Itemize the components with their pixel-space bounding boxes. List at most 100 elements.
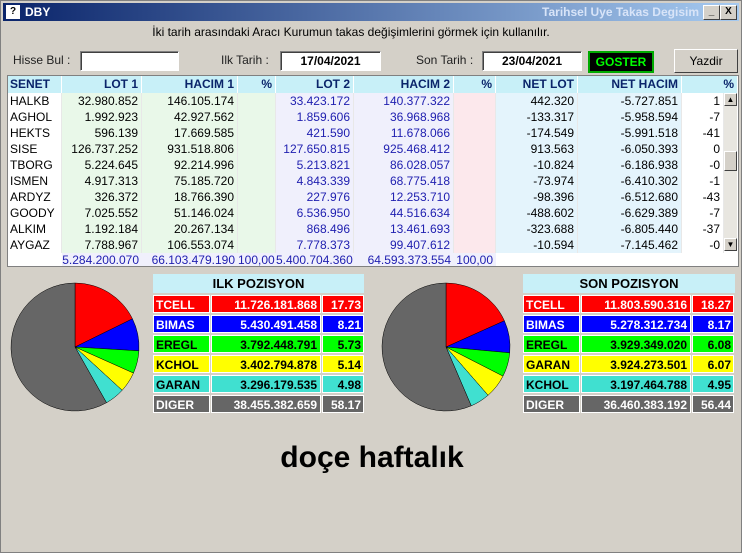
table-cell: 86.028.057 bbox=[354, 157, 454, 173]
table-cell: 7.778.373 bbox=[276, 237, 354, 253]
table-row[interactable]: AGHOL 1.992.923 42.927.562 1.859.606 36.968.… bbox=[8, 109, 728, 125]
table-cell: 913.563 bbox=[496, 141, 578, 157]
table-cell: HALKB bbox=[8, 93, 62, 109]
end-date-field[interactable]: 23/04/2021 bbox=[482, 51, 582, 71]
total-lot2: 5.400.704.360 bbox=[276, 253, 354, 267]
stock-value: 11.803.590.316 bbox=[581, 295, 691, 313]
table-row[interactable]: HEKTS 596.139 17.669.585 421.590 11.678.066 -… bbox=[8, 125, 728, 141]
table-cell: -10.824 bbox=[496, 157, 578, 173]
table-cell: 51.146.024 bbox=[142, 205, 238, 221]
col-header-net-lot[interactable]: NET LOT bbox=[496, 76, 578, 93]
son_pozisyon-row: GARAN 3.924.273.501 6.07 bbox=[523, 355, 735, 373]
usage-hint: İki tarih arasındaki Aracı Kurumun takas… bbox=[152, 25, 550, 39]
print-button[interactable]: Yazdir bbox=[674, 49, 738, 73]
table-cell: -7 bbox=[682, 109, 724, 125]
search-input[interactable] bbox=[80, 51, 179, 71]
table-cell: 42.927.562 bbox=[142, 109, 238, 125]
table-row[interactable]: ARDYZ 326.372 18.766.390 227.976 12.253.710 -… bbox=[8, 189, 728, 205]
col-header-pct2[interactable]: % bbox=[454, 76, 496, 93]
table-cell: 12.253.710 bbox=[354, 189, 454, 205]
table-row[interactable]: GOODY 7.025.552 51.146.024 6.536.950 44.516.… bbox=[8, 205, 728, 221]
scroll-thumb[interactable] bbox=[724, 151, 737, 171]
table-cell: 925.468.412 bbox=[354, 141, 454, 157]
start-date-field[interactable]: 17/04/2021 bbox=[280, 51, 381, 71]
col-header-net-hacim[interactable]: NET HACIM bbox=[578, 76, 682, 93]
col-header-pct1[interactable]: % bbox=[238, 76, 276, 93]
stock-name: EREGL bbox=[153, 335, 210, 353]
table-cell: 4.917.313 bbox=[62, 173, 142, 189]
table-cell bbox=[454, 205, 496, 221]
table-cell: -6.512.680 bbox=[578, 189, 682, 205]
table-row[interactable]: ALKIM 1.192.184 20.267.134 868.496 13.461.69… bbox=[8, 221, 728, 237]
stock-name: BIMAS bbox=[153, 315, 210, 333]
table-row[interactable]: AYGAZ 7.788.967 106.553.074 7.778.373 99.407… bbox=[8, 237, 728, 253]
table-cell bbox=[238, 141, 276, 157]
table-cell: 126.737.252 bbox=[62, 141, 142, 157]
stock-name: TCELL bbox=[523, 295, 580, 313]
total-hacim2: 64.593.373.554 bbox=[354, 253, 454, 266]
stock-value: 3.929.349.020 bbox=[581, 335, 691, 353]
scroll-up-icon[interactable]: ▲ bbox=[724, 93, 737, 106]
close-button[interactable]: X bbox=[720, 5, 737, 20]
col-header-lot1[interactable]: LOT 1 bbox=[62, 76, 142, 93]
table-cell: SISE bbox=[8, 141, 62, 157]
table-cell: 17.669.585 bbox=[142, 125, 238, 141]
table-cell: -0 bbox=[682, 237, 724, 253]
table-cell bbox=[454, 93, 496, 109]
table-cell: 99.407.612 bbox=[354, 237, 454, 253]
table-cell bbox=[238, 125, 276, 141]
stock-name: BIMAS bbox=[523, 315, 580, 333]
table-cell: -37 bbox=[682, 221, 724, 237]
table-cell: 1.859.606 bbox=[276, 109, 354, 125]
table-cell: -6.050.393 bbox=[578, 141, 682, 157]
title-bar: ? DBY Tarihsel Uye Takas Degisim _ X bbox=[3, 3, 739, 21]
scroll-down-icon[interactable]: ▼ bbox=[724, 238, 737, 251]
total-cell bbox=[8, 253, 62, 266]
stock-value: 3.792.448.791 bbox=[211, 335, 321, 353]
app-icon[interactable]: ? bbox=[6, 5, 20, 19]
table-scrollbar[interactable]: ▲ ▼ bbox=[724, 93, 737, 251]
table-cell: 868.496 bbox=[276, 221, 354, 237]
table-cell: -6.186.938 bbox=[578, 157, 682, 173]
table-cell: -133.317 bbox=[496, 109, 578, 125]
table-cell bbox=[454, 141, 496, 157]
table-cell bbox=[238, 93, 276, 109]
table-cell: 5.224.645 bbox=[62, 157, 142, 173]
table-cell bbox=[454, 109, 496, 125]
son-pozisyon-pie-chart bbox=[381, 282, 511, 412]
table-cell: 326.372 bbox=[62, 189, 142, 205]
table-cell: 0 bbox=[682, 141, 724, 157]
table-cell: TBORG bbox=[8, 157, 62, 173]
show-button[interactable]: GOSTER bbox=[588, 51, 654, 73]
table-row[interactable]: SISE 126.737.252 931.518.806 127.650.815 925… bbox=[8, 141, 728, 157]
minimize-button[interactable]: _ bbox=[703, 5, 720, 20]
table-cell bbox=[454, 173, 496, 189]
table-row[interactable]: ISMEN 4.917.313 75.185.720 4.843.339 68.775.… bbox=[8, 173, 728, 189]
table-cell bbox=[454, 125, 496, 141]
stock-value: 5.430.491.458 bbox=[211, 315, 321, 333]
table-cell: -5.991.518 bbox=[578, 125, 682, 141]
col-header-hacim1[interactable]: HACIM 1 bbox=[142, 76, 238, 93]
stock-pct: 17.73 bbox=[322, 295, 364, 313]
table-cell bbox=[238, 237, 276, 253]
takas-table[interactable]: SENET LOT 1 HACIM 1 % LOT 2 HACIM 2 % NE… bbox=[7, 75, 739, 267]
col-header-senet[interactable]: SENET bbox=[8, 76, 62, 93]
table-cell: ARDYZ bbox=[8, 189, 62, 205]
son_pozisyon-row: KCHOL 3.197.464.788 4.95 bbox=[523, 375, 735, 393]
son_pozisyon-row: BIMAS 5.278.312.734 8.17 bbox=[523, 315, 735, 333]
stock-name: KCHOL bbox=[153, 355, 210, 373]
ilk_pozisyon-row: EREGL 3.792.448.791 5.73 bbox=[153, 335, 365, 353]
col-header-hacim2[interactable]: HACIM 2 bbox=[354, 76, 454, 93]
total-pct1: 100,00 bbox=[238, 253, 276, 267]
table-cell: 11.678.066 bbox=[354, 125, 454, 141]
table-row[interactable]: TBORG 5.224.645 92.214.996 5.213.821 86.028.… bbox=[8, 157, 728, 173]
totals-row: 5.284.200.070 66.103.479.190 100,00 5.40… bbox=[8, 253, 728, 267]
ilk_pozisyon-row: BIMAS 5.430.491.458 8.21 bbox=[153, 315, 365, 333]
table-row[interactable]: HALKB 32.980.852 146.105.174 33.423.172 140.… bbox=[8, 93, 728, 109]
table-cell: 596.139 bbox=[62, 125, 142, 141]
stock-value: 3.924.273.501 bbox=[581, 355, 691, 373]
table-cell: 7.025.552 bbox=[62, 205, 142, 221]
col-header-lot2[interactable]: LOT 2 bbox=[276, 76, 354, 93]
col-header-net-pct[interactable]: % bbox=[682, 76, 738, 93]
table-cell: 13.461.693 bbox=[354, 221, 454, 237]
